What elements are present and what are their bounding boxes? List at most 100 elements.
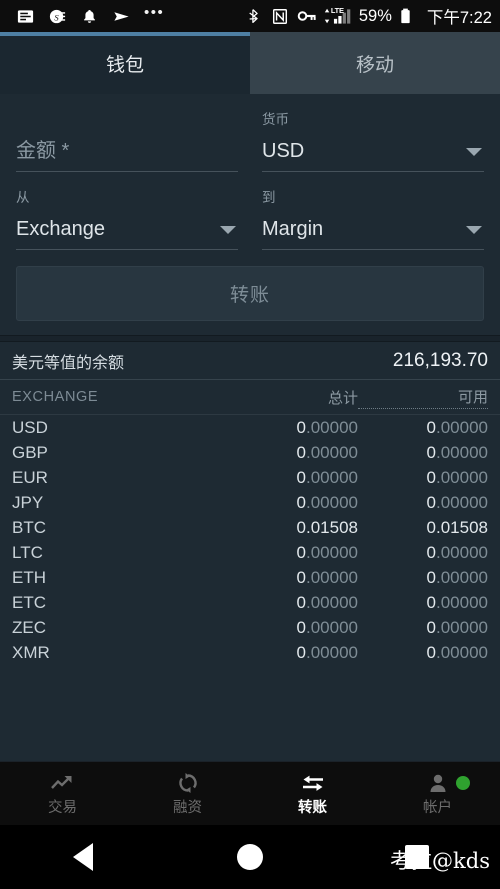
wallet-table-header: EXCHANGE 总计 可用: [0, 380, 500, 415]
row-symbol: DASH: [12, 668, 213, 672]
nav-item-trade[interactable]: 交易: [0, 762, 125, 825]
row-symbol: JPY: [12, 492, 44, 512]
chevron-down-icon[interactable]: [466, 148, 482, 156]
value-integer: 0: [296, 592, 306, 612]
value-integer: 0: [296, 492, 306, 512]
row-available: 0.00000: [358, 593, 488, 613]
table-row[interactable]: GBP 0.00000 0.00000: [0, 440, 500, 465]
table-row[interactable]: XMR 0.00000 0.00000: [0, 640, 500, 665]
table-row[interactable]: DASH0.000000.00000: [0, 665, 500, 672]
row-available: 0.00000: [358, 443, 488, 463]
to-label: 到: [262, 190, 276, 205]
amount-field[interactable]: 金额 *: [16, 94, 238, 172]
table-row[interactable]: JPY 0.00000 0.00000: [0, 490, 500, 515]
table-row[interactable]: BTC 0.01508 0.01508: [0, 515, 500, 540]
row-total: 0.00000: [213, 468, 358, 488]
value-decimal: .00000: [306, 442, 358, 462]
nav-item-trade-label: 交易: [48, 799, 77, 816]
value-decimal: .00000: [436, 617, 488, 637]
column-header-account[interactable]: EXCHANGE: [12, 389, 213, 405]
value-decimal: .00000: [306, 417, 358, 437]
value-integer: 0: [427, 668, 436, 672]
battery-percent-label: 59%: [358, 6, 392, 25]
row-total: 0.00000: [213, 418, 358, 438]
connection-status-dot: [456, 776, 470, 790]
table-row[interactable]: ZEC 0.00000 0.00000: [0, 615, 500, 640]
nav-item-account[interactable]: 帐户: [375, 762, 500, 825]
form-row-from-to: 从 Exchange 到 Margin: [16, 172, 484, 250]
bottom-navigation: 交易 融资 转账 帐户: [0, 761, 500, 825]
value-integer: 0: [426, 642, 436, 662]
row-available: 0.00000: [358, 493, 488, 513]
row-available: 0.00000: [358, 568, 488, 588]
android-home-button[interactable]: [167, 844, 334, 870]
row-total: 0.00000: [213, 493, 358, 513]
nav-item-funding[interactable]: 融资: [125, 762, 250, 825]
value-integer: 0: [426, 467, 436, 487]
value-integer: 0: [296, 442, 306, 462]
value-decimal: .00000: [436, 567, 488, 587]
table-row[interactable]: EUR 0.00000 0.00000: [0, 465, 500, 490]
row-symbol: EUR: [12, 467, 48, 487]
row-total: 0.00000: [213, 443, 358, 463]
tab-move[interactable]: 移动: [250, 32, 500, 94]
usd-equivalent-balance-row: 美元等值的余额 216,193.70: [0, 342, 500, 380]
balance-value: 216,193.70: [392, 349, 488, 371]
value-decimal: .00000: [306, 492, 358, 512]
form-row-amount-currency: 金额 * 货币 USD: [16, 94, 484, 172]
from-value[interactable]: Exchange: [16, 208, 238, 250]
table-row[interactable]: ETC 0.00000 0.00000: [0, 590, 500, 615]
row-symbol: BTC: [12, 517, 46, 537]
value-decimal: .00000: [436, 467, 488, 487]
transfer-submit-button[interactable]: 转账: [16, 266, 484, 321]
wallet-table[interactable]: USD 0.00000 0.00000 GBP 0.00000 0.00000 EUR 0.0…: [0, 415, 500, 671]
section-divider: [0, 335, 500, 342]
bluetooth-icon: [245, 7, 264, 26]
value-decimal: .00000: [436, 642, 488, 662]
value-integer: 0: [426, 567, 436, 587]
row-symbol: ZEC: [12, 617, 46, 637]
to-value[interactable]: Margin: [262, 208, 484, 250]
value-decimal: .00000: [436, 668, 488, 672]
chevron-down-icon[interactable]: [466, 226, 482, 234]
row-total: 0.00000: [213, 618, 358, 638]
value-integer: 0: [296, 517, 306, 537]
to-field[interactable]: 到 Margin: [262, 172, 484, 250]
from-field[interactable]: 从 Exchange: [16, 172, 238, 250]
clock-label: 下午7:22: [426, 9, 492, 27]
currency-field[interactable]: 货币 USD: [262, 94, 484, 172]
refresh-icon: [177, 771, 199, 795]
trending-up-icon: [50, 771, 76, 795]
row-symbol: LTC: [12, 542, 43, 562]
row-available: 0.01508: [358, 518, 488, 538]
column-header-total[interactable]: 总计: [213, 387, 358, 408]
currency-value[interactable]: USD: [262, 130, 484, 172]
battery-icon: [399, 7, 418, 26]
value-decimal: .00000: [436, 417, 488, 437]
table-row[interactable]: USD 0.00000 0.00000: [0, 415, 500, 440]
chevron-down-icon[interactable]: [220, 226, 236, 234]
value-decimal: .00000: [306, 467, 358, 487]
from-label: 从: [16, 190, 30, 205]
signal-bars-icon: LTE: [323, 6, 352, 25]
transfer-arrows-icon: [300, 771, 326, 795]
nav-item-transfer[interactable]: 转账: [250, 762, 375, 825]
balance-label: 美元等值的余额: [12, 354, 125, 372]
value-decimal: .00000: [306, 542, 358, 562]
value-integer: 0: [296, 417, 306, 437]
value-decimal: .01508: [436, 517, 488, 537]
table-row[interactable]: LTC 0.00000 0.00000: [0, 540, 500, 565]
value-decimal: .00000: [306, 668, 358, 672]
transfer-form: 金额 * 货币 USD 从 Exchange 到 Margin: [0, 94, 500, 250]
amount-input[interactable]: 金额 *: [16, 130, 238, 172]
value-integer: 0: [296, 467, 306, 487]
more-dots-icon: •••: [144, 3, 165, 21]
value-integer: 0: [426, 417, 436, 437]
tab-wallet-label: 钱包: [105, 54, 144, 76]
table-row[interactable]: ETH 0.00000 0.00000: [0, 565, 500, 590]
android-back-button[interactable]: [0, 843, 167, 871]
column-header-available[interactable]: 可用: [358, 386, 488, 409]
menu-lines-icon: [16, 7, 35, 26]
tab-wallet[interactable]: 钱包: [0, 32, 250, 94]
row-symbol: ETH: [12, 567, 46, 587]
